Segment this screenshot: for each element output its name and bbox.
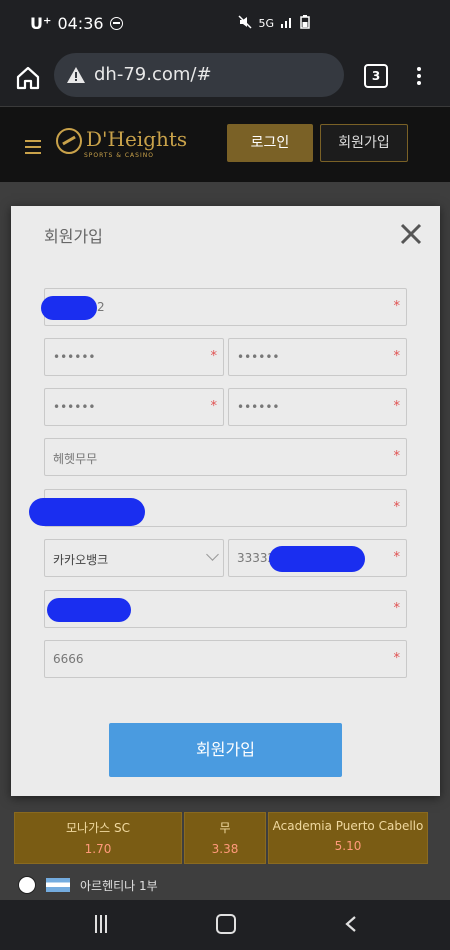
odds-team-name: 모나가스 SC: [66, 821, 130, 835]
odds-row: 모나가스 SC 1.70 무 3.38 Academia Puerto Cabe…: [14, 812, 428, 864]
more-vert-dot: [417, 81, 421, 85]
home-icon: [16, 66, 40, 90]
required-mark: *: [393, 550, 401, 565]
required-mark: *: [393, 299, 401, 314]
more-vert-icon: [417, 67, 421, 71]
url-text[interactable]: dh-79.com/#: [94, 64, 212, 85]
password-confirm-value: ••••••: [237, 350, 280, 364]
system-home-icon[interactable]: [216, 914, 236, 934]
userid-value: 2: [97, 300, 105, 314]
recent-line: [100, 915, 102, 933]
bank-select[interactable]: 카카오뱅크: [44, 539, 224, 577]
required-mark: *: [393, 601, 401, 616]
signal-icon: [280, 16, 294, 31]
close-icon: [400, 223, 422, 245]
site-header: D'Heights SPORTS & CASINO 로그인 회원가입: [0, 106, 450, 183]
required-mark: *: [393, 349, 401, 364]
pin-confirm-field[interactable]: •••••• *: [228, 388, 407, 426]
browser-home-button[interactable]: [14, 64, 42, 92]
modal-title: 회원가입: [44, 227, 103, 246]
userid-field[interactable]: 2 *: [44, 288, 407, 326]
password-confirm-field[interactable]: •••••• *: [228, 338, 407, 376]
mute-icon: [238, 15, 252, 32]
nickname-value: 헤헷무무: [53, 452, 98, 466]
tab-switcher-button[interactable]: 3: [364, 64, 388, 88]
code-value: 6666: [53, 652, 84, 666]
close-button[interactable]: [399, 222, 423, 246]
odds-value: 1.70: [84, 842, 112, 856]
signup-header-button[interactable]: 회원가입: [320, 124, 408, 162]
league-row[interactable]: 아르헨티나 1부: [18, 876, 158, 894]
submit-signup-button[interactable]: 회원가입: [109, 723, 342, 777]
carrier-label: U⁺: [30, 14, 52, 33]
league-name: 아르헨티나 1부: [80, 878, 158, 893]
do-not-disturb-icon: [109, 17, 123, 30]
odds-team-name: 무: [219, 821, 231, 835]
browser-menu-button[interactable]: [410, 64, 428, 92]
odds-value: 3.38: [211, 842, 239, 856]
soccer-ball-icon: [18, 876, 36, 894]
battery-icon: [300, 15, 310, 32]
address-bar[interactable]: dh-79.com/#: [54, 53, 344, 97]
code-field[interactable]: 6666 *: [44, 640, 407, 678]
redaction-mark: [41, 296, 97, 320]
pin-value: ••••••: [53, 400, 96, 414]
odds-away[interactable]: Academia Puerto Cabello 5.10: [268, 812, 428, 864]
recent-line: [95, 915, 97, 933]
network-type: 5G: [258, 17, 274, 30]
pin-confirm-value: ••••••: [237, 400, 280, 414]
clock: 04:36: [57, 14, 104, 33]
hamburger-line: [25, 140, 41, 142]
logo-subtitle: SPORTS & CASINO: [84, 152, 154, 159]
login-button[interactable]: 로그인: [227, 124, 313, 162]
back-icon[interactable]: [344, 915, 358, 933]
redaction-mark: [29, 498, 145, 526]
password-value: ••••••: [53, 350, 96, 364]
recent-apps-icon[interactable]: [92, 915, 110, 933]
logo-emblem-icon: [56, 127, 82, 154]
password-field[interactable]: •••••• *: [44, 338, 224, 376]
hamburger-menu-icon[interactable]: [25, 140, 41, 158]
required-mark: *: [393, 399, 401, 414]
pin-field[interactable]: •••••• *: [44, 388, 224, 426]
not-secure-warning-icon[interactable]: [66, 65, 86, 85]
odds-value: 5.10: [334, 839, 362, 853]
hamburger-line: [25, 146, 41, 148]
bank-value: 카카오뱅크: [53, 553, 109, 567]
logo-text: D'Heights: [86, 127, 188, 151]
required-mark: *: [393, 500, 401, 515]
status-bar: U⁺ 04:36 5G: [0, 0, 450, 50]
required-mark: *: [393, 651, 401, 666]
odds-team-name: Academia Puerto Cabello: [272, 819, 424, 833]
recent-line: [105, 915, 107, 933]
odds-draw[interactable]: 무 3.38: [184, 812, 266, 864]
redaction-mark: [269, 546, 365, 572]
signup-modal: 회원가입 2 * •••••• * •••••• * •••••• * ••••…: [11, 206, 440, 796]
nickname-field[interactable]: 헤헷무무 *: [44, 438, 407, 476]
odds-home[interactable]: 모나가스 SC 1.70: [14, 812, 182, 864]
site-logo[interactable]: D'Heights SPORTS & CASINO: [56, 127, 188, 159]
hamburger-line: [25, 152, 41, 154]
redaction-mark: [47, 598, 131, 622]
required-mark: *: [210, 399, 218, 414]
required-mark: *: [393, 449, 401, 464]
argentina-flag-icon: [46, 878, 70, 892]
chevron-down-icon: [206, 548, 219, 561]
system-nav-bar: [0, 900, 450, 950]
required-mark: *: [210, 349, 218, 364]
more-vert-dot: [417, 74, 421, 78]
browser-toolbar: dh-79.com/# 3: [0, 50, 450, 106]
